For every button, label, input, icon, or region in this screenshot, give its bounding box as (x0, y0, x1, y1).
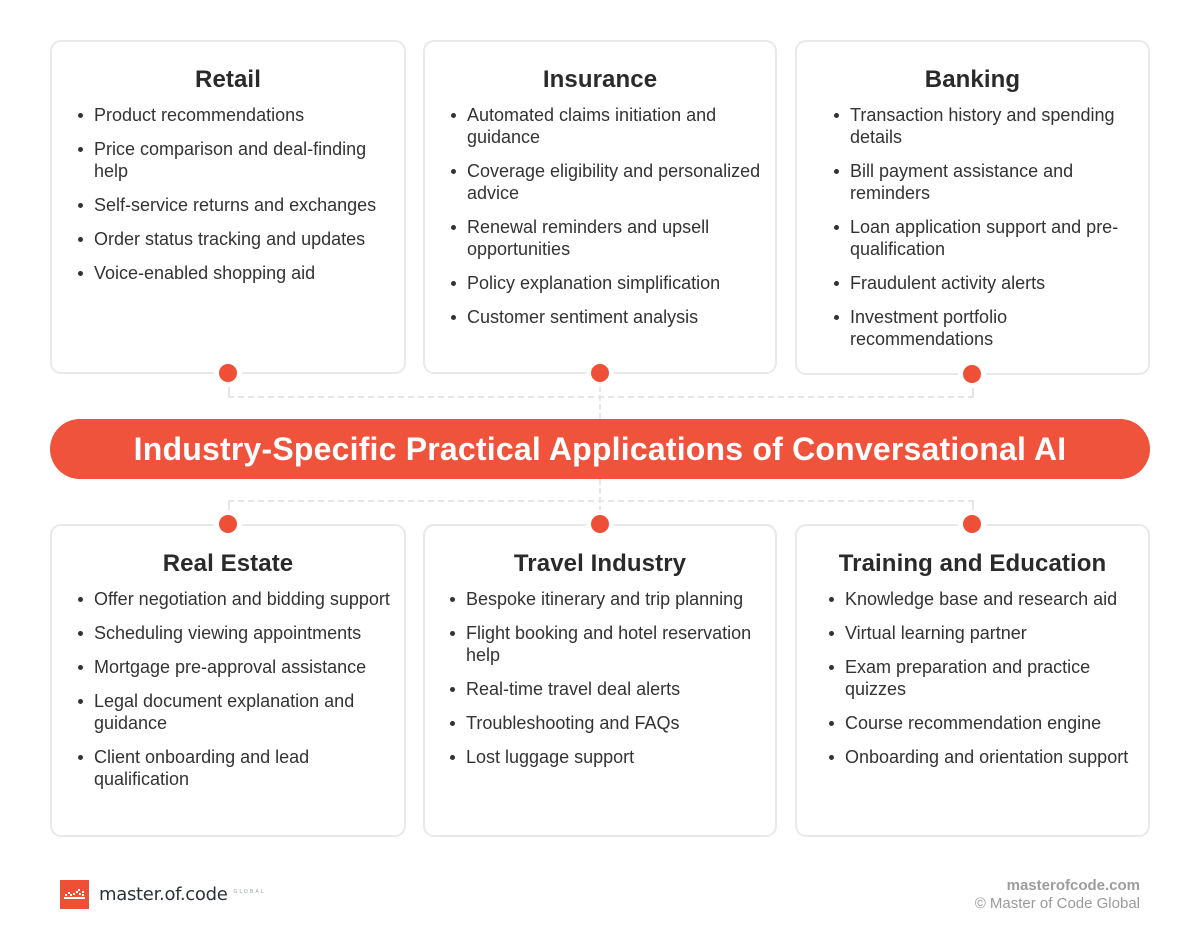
list-item: Automated claims initiation and guidance (451, 104, 763, 148)
footer-credits: masterofcode.com © Master of Code Global (975, 877, 1140, 913)
list-item: Loan application support and pre-qualifi… (834, 216, 1136, 260)
list-item: Real-time travel deal alerts (450, 678, 763, 700)
card-title: Insurance (542, 66, 658, 93)
logo-subtext: GLOBAL (233, 888, 266, 895)
connector-dot (963, 515, 981, 533)
logo-wordmark: master.of.code (99, 884, 228, 905)
list-item: Renewal reminders and upsell opportuniti… (451, 216, 763, 260)
dashed-connector (228, 386, 230, 396)
list-item: Customer sentiment analysis (451, 306, 763, 328)
connector-dot (219, 515, 237, 533)
website-link[interactable]: masterofcode.com (975, 877, 1140, 895)
card-title: Training and Education (838, 550, 1107, 577)
list-item: Fraudulent activity alerts (834, 272, 1136, 294)
connector-dot (591, 364, 609, 382)
list-item: Bill payment assistance and reminders (834, 160, 1136, 204)
connector-dot (963, 365, 981, 383)
list-item: Transaction history and spending details (834, 104, 1136, 148)
dashed-connector (228, 396, 974, 398)
list-item: Exam preparation and practice quizzes (829, 656, 1136, 700)
brand-logo: master.of.code GLOBAL (60, 880, 266, 909)
connector-dot (219, 364, 237, 382)
dashed-connector (972, 386, 974, 396)
page-title: Industry-Specific Practical Applications… (133, 430, 1067, 467)
card-title: Real Estate (162, 550, 294, 577)
list-item: Policy explanation simplification (451, 272, 763, 294)
list-item: Bespoke itinerary and trip planning (450, 588, 763, 610)
dashed-connector (972, 500, 974, 512)
card-title: Retail (195, 66, 261, 93)
card-banking: Banking Transaction history and spending… (795, 40, 1150, 375)
list-item: Knowledge base and research aid (829, 588, 1136, 610)
dashed-connector (599, 386, 601, 419)
card-list: Bespoke itinerary and trip planning Flig… (425, 588, 775, 768)
list-item: Flight booking and hotel reservation hel… (450, 622, 763, 666)
list-item: Legal document explanation and guidance (78, 690, 392, 734)
logo-pixel-icon (64, 889, 85, 899)
dashed-connector (228, 500, 230, 512)
connector-dot (591, 515, 609, 533)
card-retail: Retail Product recommendations Price com… (50, 40, 406, 374)
title-banner: Industry-Specific Practical Applications… (50, 419, 1150, 479)
list-item: Virtual learning partner (829, 622, 1136, 644)
card-list: Knowledge base and research aid Virtual … (797, 588, 1148, 768)
list-item: Lost luggage support (450, 746, 763, 768)
list-item: Course recommendation engine (829, 712, 1136, 734)
card-title: Banking (924, 66, 1021, 93)
copyright-text: © Master of Code Global (974, 895, 1140, 912)
card-list: Product recommendations Price comparison… (52, 104, 404, 284)
master-of-code-logo-icon (60, 880, 89, 909)
list-item: Offer negotiation and bidding support (78, 588, 392, 610)
list-item: Price comparison and deal-finding help (78, 138, 392, 182)
dashed-connector (599, 479, 601, 512)
list-item: Troubleshooting and FAQs (450, 712, 763, 734)
card-list: Automated claims initiation and guidance… (425, 104, 775, 328)
list-item: Investment portfolio recommendations (834, 306, 1136, 350)
card-insurance: Insurance Automated claims initiation an… (423, 40, 777, 374)
list-item: Onboarding and orientation support (829, 746, 1136, 768)
list-item: Self-service returns and exchanges (78, 194, 392, 216)
list-item: Coverage eligibility and personalized ad… (451, 160, 763, 204)
list-item: Order status tracking and updates (78, 228, 392, 250)
list-item: Client onboarding and lead qualification (78, 746, 392, 790)
card-real-estate: Real Estate Offer negotiation and biddin… (50, 524, 406, 837)
list-item: Mortgage pre-approval assistance (78, 656, 392, 678)
card-title: Travel Industry (513, 550, 687, 577)
list-item: Product recommendations (78, 104, 392, 126)
list-item: Scheduling viewing appointments (78, 622, 392, 644)
card-travel-industry: Travel Industry Bespoke itinerary and tr… (423, 524, 777, 837)
card-training-education: Training and Education Knowledge base an… (795, 524, 1150, 837)
card-list: Offer negotiation and bidding support Sc… (52, 588, 404, 790)
card-list: Transaction history and spending details… (797, 104, 1148, 350)
dashed-connector (228, 500, 974, 502)
list-item: Voice-enabled shopping aid (78, 262, 392, 284)
